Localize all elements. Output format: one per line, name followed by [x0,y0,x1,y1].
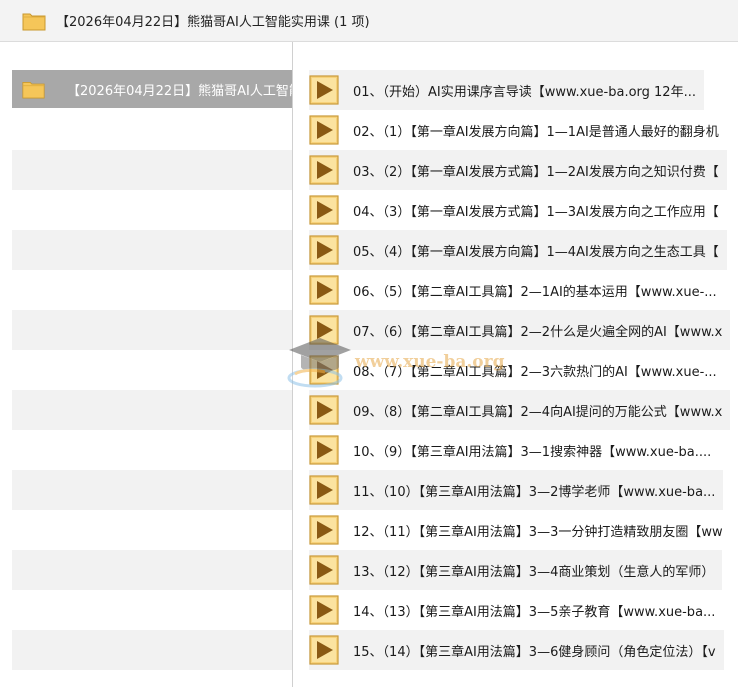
file-row[interactable]: 03、（2）【第一章AI发展方式篇】1—2AI发展方向之知识付费【 [299,150,738,190]
file-item: 04、（3）【第一章AI发展方式篇】1—3AI发展方向之工作应用【 [309,190,727,230]
video-file-icon [309,515,339,545]
file-item: 05、（4）【第一章AI发展方向篇】1—4AI发展方向之生态工具【 [309,230,727,270]
file-name: 06、（5）【第二章AI工具篇】2—1AI的基本运用【www.xue-... [353,284,717,300]
file-item: 11、（10）【第三章AI用法篇】3—2博学老师【www.xue-ba... [309,470,724,510]
file-name: 11、（10）【第三章AI用法篇】3—2博学老师【www.xue-ba... [353,484,716,500]
video-file-icon [309,595,339,625]
file-item: 12、（11）【第三章AI用法篇】3—3一分钟打造精致朋友圈【ww [309,510,731,550]
file-item: 09、（8）【第二章AI工具篇】2—4向AI提问的万能公式【www.x [309,390,731,430]
file-row[interactable]: 02、（1）【第一章AI发展方向篇】1—1AI是普通人最好的翻身机 [299,110,738,150]
video-file-icon [309,435,339,465]
file-item: 15、（14）【第三章AI用法篇】3—6健身顾问（角色定位法）【v [309,630,724,670]
folder-icon [22,82,45,99]
video-file-icon [309,315,339,345]
left-row [12,630,292,670]
video-file-icon [309,355,339,385]
file-list: 01、（开始）AI实用课序言导读【www.xue-ba.org 12年... 02… [293,42,738,687]
window-title: 【2026年04月22日】熊猫哥AI人工智能实用课 (1 项) [56,15,370,30]
file-name: 02、（1）【第一章AI发展方向篇】1—1AI是普通人最好的翻身机 [353,124,719,140]
file-row[interactable]: 15、（14）【第三章AI用法篇】3—6健身顾问（角色定位法）【v [299,630,738,670]
left-selected-label: 【2026年04月22日】熊猫哥AI人工智能实用课 [67,83,292,99]
left-row [12,470,292,510]
file-item: 14、（13）【第三章AI用法篇】3—5亲子教育【www.xue-ba... [309,590,723,630]
file-name: 10、（9）【第三章AI用法篇】3—1搜索神器【www.xue-ba.... [353,444,712,460]
file-name: 15、（14）【第三章AI用法篇】3—6健身顾问（角色定位法）【v [353,644,716,660]
window-titlebar: 【2026年04月22日】熊猫哥AI人工智能实用课 (1 项) [0,0,738,42]
left-pane: 【2026年04月22日】熊猫哥AI人工智能实用课 [0,42,292,687]
file-name: 04、（3）【第一章AI发展方式篇】1—3AI发展方向之工作应用【 [353,204,719,220]
file-item: 01、（开始）AI实用课序言导读【www.xue-ba.org 12年... [309,70,704,110]
file-row[interactable]: 12、（11）【第三章AI用法篇】3—3一分钟打造精致朋友圈【ww [299,510,738,550]
file-item: 06、（5）【第二章AI工具篇】2—1AI的基本运用【www.xue-... [309,270,725,310]
video-file-icon [309,155,339,185]
file-row[interactable]: 14、（13）【第三章AI用法篇】3—5亲子教育【www.xue-ba... [299,590,738,630]
video-file-icon [309,235,339,265]
file-item: 07、（6）【第二章AI工具篇】2—2什么是火遍全网的AI【www.x [309,310,731,350]
video-file-icon [309,635,339,665]
file-row[interactable]: 09、（8）【第二章AI工具篇】2—4向AI提问的万能公式【www.x [299,390,738,430]
file-name: 14、（13）【第三章AI用法篇】3—5亲子教育【www.xue-ba... [353,604,716,620]
file-name: 05、（4）【第一章AI发展方向篇】1—4AI发展方向之生态工具【 [353,244,719,260]
file-item: 10、（9）【第三章AI用法篇】3—1搜索神器【www.xue-ba.... [309,430,719,470]
file-item: 03、（2）【第一章AI发展方式篇】1—2AI发展方向之知识付费【 [309,150,727,190]
left-row [12,150,292,190]
video-file-icon [309,115,339,145]
left-row [12,390,292,430]
video-file-icon [309,275,339,305]
file-item: 13、（12）【第三章AI用法篇】3—4商业策划（生意人的军师） [309,550,723,590]
file-name: 03、（2）【第一章AI发展方式篇】1—2AI发展方向之知识付费【 [353,164,719,180]
file-row[interactable]: 11、（10）【第三章AI用法篇】3—2博学老师【www.xue-ba... [299,470,738,510]
file-row[interactable]: 08、（7）【第二章AI工具篇】2—3六款热门的AI【www.xue-... [299,350,738,390]
file-name: 12、（11）【第三章AI用法篇】3—3一分钟打造精致朋友圈【ww [353,524,723,540]
file-name: 09、（8）【第二章AI工具篇】2—4向AI提问的万能公式【www.x [353,404,723,420]
left-selected-folder[interactable]: 【2026年04月22日】熊猫哥AI人工智能实用课 [12,70,292,108]
left-row [12,310,292,350]
folder-icon [22,13,46,30]
video-file-icon [309,475,339,505]
video-file-icon [309,555,339,585]
file-row[interactable]: 04、（3）【第一章AI发展方式篇】1—3AI发展方向之工作应用【 [299,190,738,230]
file-name: 01、（开始）AI实用课序言导读【www.xue-ba.org 12年... [353,84,696,100]
video-file-icon [309,395,339,425]
file-row[interactable]: 01、（开始）AI实用课序言导读【www.xue-ba.org 12年... [299,70,738,110]
file-row[interactable]: 05、（4）【第一章AI发展方向篇】1—4AI发展方向之生态工具【 [299,230,738,270]
file-row[interactable]: 10、（9）【第三章AI用法篇】3—1搜索神器【www.xue-ba.... [299,430,738,470]
file-name: 08、（7）【第二章AI工具篇】2—3六款热门的AI【www.xue-... [353,364,717,380]
file-row[interactable]: 13、（12）【第三章AI用法篇】3—4商业策划（生意人的军师） [299,550,738,590]
file-item: 08、（7）【第二章AI工具篇】2—3六款热门的AI【www.xue-... [309,350,725,390]
file-name: 07、（6）【第二章AI工具篇】2—2什么是火遍全网的AI【www.x [353,324,723,340]
video-file-icon [309,75,339,105]
left-row [12,230,292,270]
file-item: 02、（1）【第一章AI发展方向篇】1—1AI是普通人最好的翻身机 [309,110,727,150]
video-file-icon [309,195,339,225]
file-row[interactable]: 06、（5）【第二章AI工具篇】2—1AI的基本运用【www.xue-... [299,270,738,310]
left-row [12,550,292,590]
file-row[interactable]: 07、（6）【第二章AI工具篇】2—2什么是火遍全网的AI【www.x [299,310,738,350]
file-name: 13、（12）【第三章AI用法篇】3—4商业策划（生意人的军师） [353,564,715,580]
